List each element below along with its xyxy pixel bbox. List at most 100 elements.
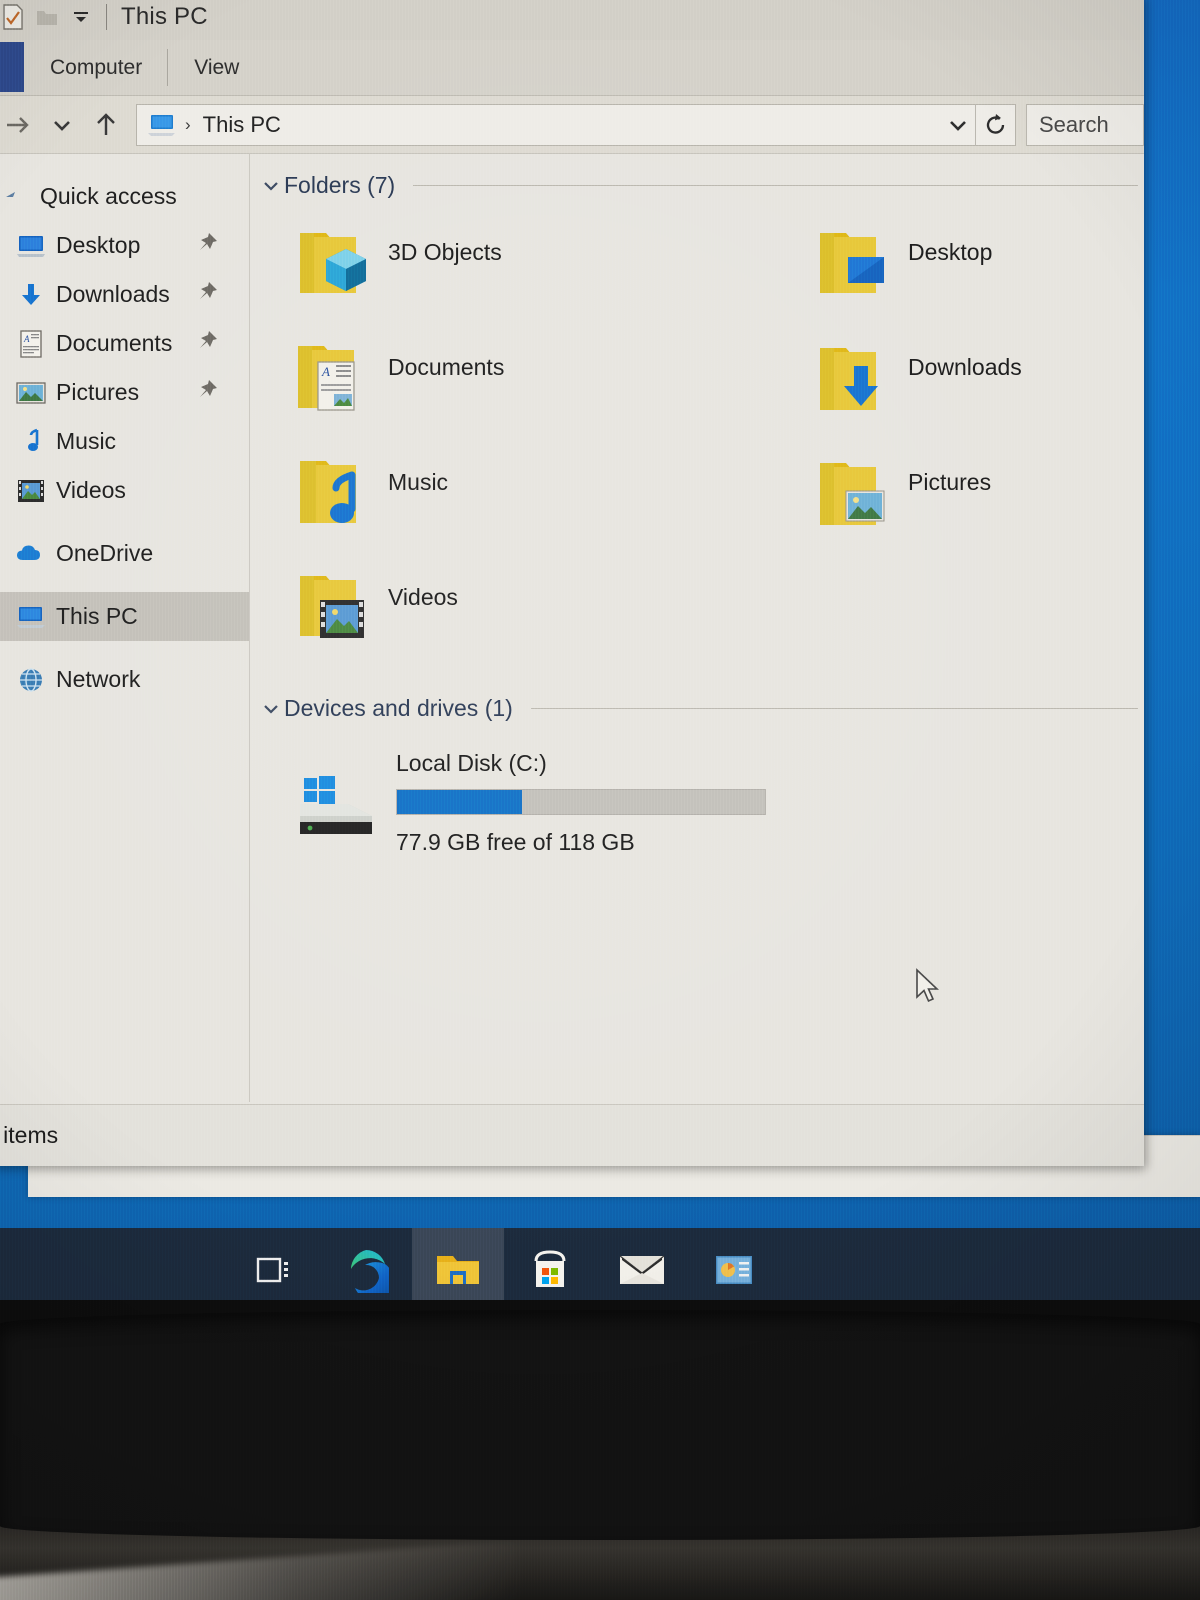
- chevron-down-icon[interactable]: [66, 2, 96, 32]
- folder-pictures-icon: [810, 447, 894, 539]
- breadcrumb[interactable]: This PC: [203, 112, 281, 138]
- laptop-bezel: [0, 1310, 1200, 1540]
- drive-tile-local-disk-c[interactable]: Local Disk (C:) 77.9 GB free of 118 GB: [250, 728, 1144, 856]
- sidebar-item-label: Quick access: [40, 183, 177, 209]
- pin-icon[interactable]: [195, 329, 219, 359]
- pin-icon[interactable]: [195, 378, 219, 408]
- tab-computer[interactable]: Computer: [24, 40, 169, 95]
- desktop-icon: [14, 233, 48, 259]
- folder-tile-music[interactable]: Music: [290, 439, 810, 554]
- up-button[interactable]: [84, 103, 128, 147]
- sidebar-item-pictures[interactable]: Pictures: [0, 368, 249, 417]
- search-input[interactable]: Search: [1026, 103, 1144, 146]
- folder-3d-objects-icon: [290, 217, 374, 309]
- explorer-body: Quick access Desktop Downloads A Documen…: [0, 154, 1144, 1102]
- properties-icon[interactable]: [0, 2, 28, 32]
- sidebar-item-label: Downloads: [56, 281, 170, 307]
- sidebar-item-label: Videos: [56, 477, 126, 503]
- folder-tile-label: Documents: [388, 354, 505, 380]
- svg-text:A: A: [23, 334, 30, 344]
- sidebar-item-label: Documents: [56, 330, 173, 356]
- pictures-icon: [14, 381, 48, 405]
- sidebar-item-onedrive[interactable]: OneDrive: [0, 529, 249, 578]
- folder-tile-3d-objects[interactable]: 3D Objects: [290, 209, 810, 324]
- path-dropdown-icon[interactable]: [941, 105, 975, 145]
- sidebar-item-label: Desktop: [56, 232, 141, 258]
- folder-tile-label: 3D Objects: [388, 239, 502, 265]
- item-count-label: 8 items: [0, 1122, 59, 1148]
- file-explorer-window[interactable]: This PC Computer View › This PC Search Q…: [0, 0, 1144, 1166]
- folder-desktop-icon: [810, 217, 894, 309]
- downloads-icon: [14, 282, 48, 308]
- folder-documents-icon: A: [290, 332, 374, 424]
- folder-tile-pictures[interactable]: Pictures: [810, 439, 1144, 554]
- sidebar-item-label: Pictures: [56, 379, 140, 405]
- folder-tile-label: Music: [388, 469, 449, 495]
- chevron-down-icon[interactable]: [258, 178, 284, 194]
- documents-icon: A: [14, 329, 48, 358]
- folder-tile-desktop[interactable]: Desktop: [810, 209, 1144, 324]
- refresh-icon[interactable]: [975, 104, 1015, 145]
- sidebar-item-downloads[interactable]: Downloads: [0, 270, 249, 319]
- sidebar-item-label: This PC: [56, 603, 138, 629]
- folder-tile-label: Pictures: [908, 469, 992, 495]
- folders-group-title: Folders (7): [284, 172, 396, 198]
- group-divider: [530, 708, 1138, 709]
- folder-tile-downloads[interactable]: Downloads: [810, 324, 1144, 439]
- sidebar-item-videos[interactable]: Videos: [0, 466, 249, 515]
- drives-section: Devices and drives (1) Local Disk (C:) 7…: [250, 695, 1144, 856]
- tab-view[interactable]: View: [168, 40, 265, 95]
- recent-locations-button[interactable]: [40, 103, 84, 147]
- sidebar-item-network[interactable]: Network: [0, 655, 249, 704]
- drives-group-title: Devices and drives (1): [284, 695, 513, 721]
- drives-group-header[interactable]: Devices and drives (1): [250, 695, 1144, 722]
- music-icon: [14, 428, 48, 456]
- this-pc-icon: [14, 605, 48, 629]
- sidebar-item-this-pc[interactable]: This PC: [0, 592, 249, 641]
- status-bar: 8 items: [0, 1104, 1144, 1166]
- windows-drive-icon: [290, 768, 382, 846]
- videos-icon: [14, 478, 48, 504]
- sidebar-item-label: Network: [56, 666, 141, 692]
- sidebar-item-desktop[interactable]: Desktop: [0, 221, 249, 270]
- forward-button[interactable]: [0, 103, 40, 147]
- address-bar[interactable]: › This PC Search: [0, 96, 1144, 154]
- folder-tile-documents[interactable]: A Documents: [290, 324, 810, 439]
- window-title: This PC: [121, 3, 208, 30]
- navigation-pane[interactable]: Quick access Desktop Downloads A Documen…: [0, 154, 250, 1102]
- sidebar-item-label: OneDrive: [56, 540, 154, 566]
- folder-tile-label: Desktop: [908, 239, 993, 265]
- sidebar-item-label: Music: [56, 428, 117, 454]
- this-pc-icon: [148, 114, 175, 136]
- new-folder-icon[interactable]: [32, 2, 62, 32]
- folders-group-header[interactable]: Folders (7): [250, 172, 1144, 199]
- folder-music-icon: [290, 447, 374, 539]
- sidebar-item-documents[interactable]: A Documents: [0, 319, 249, 368]
- address-path-box[interactable]: › This PC: [136, 103, 1016, 146]
- pin-icon[interactable]: [195, 280, 219, 310]
- folder-downloads-icon: [810, 332, 894, 424]
- items-view[interactable]: Folders (7) 3D Objects Desktop A Documen…: [250, 154, 1144, 1102]
- laptop-screen: Security and maintenance Product ID: 003…: [0, 0, 1200, 1312]
- group-divider: [413, 185, 1138, 186]
- network-icon: [14, 667, 48, 693]
- folder-tile-label: Downloads: [908, 354, 1022, 380]
- drive-usage-bar: [396, 789, 766, 815]
- mouse-pointer: [916, 968, 940, 1003]
- ribbon-tab-strip[interactable]: Computer View: [0, 40, 1144, 96]
- svg-text:A: A: [321, 364, 330, 379]
- chevron-down-icon[interactable]: [258, 701, 284, 717]
- folder-tile-videos[interactable]: Videos: [290, 554, 810, 669]
- sidebar-item-music[interactable]: Music: [0, 417, 249, 466]
- pin-icon[interactable]: [195, 231, 219, 261]
- drive-name-label: Local Disk (C:): [396, 750, 547, 776]
- sidebar-item-quick-access[interactable]: Quick access: [0, 172, 249, 221]
- drive-usage-fill: [397, 790, 523, 814]
- star-icon: [0, 186, 32, 208]
- folder-videos-icon: [290, 562, 374, 654]
- title-bar[interactable]: This PC: [0, 0, 1144, 40]
- photo-of-laptop-screen: Security and maintenance Product ID: 003…: [0, 0, 1200, 1600]
- onedrive-icon: [14, 544, 48, 564]
- tab-file[interactable]: [0, 42, 24, 92]
- drive-free-space-label: 77.9 GB free of 118 GB: [396, 829, 635, 855]
